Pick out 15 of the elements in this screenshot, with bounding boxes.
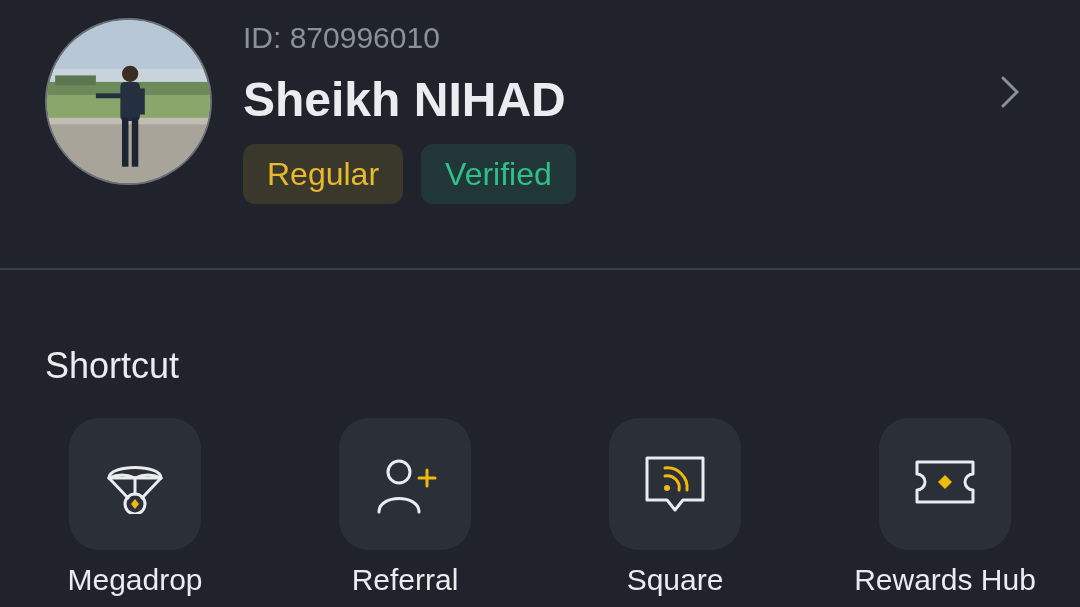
shortcut-tile[interactable] [339,418,471,550]
user-id: ID: 870996010 [243,20,441,56]
status-badge: Regular [243,144,404,204]
shortcut-label: Rewards Hub [854,562,1036,598]
shortcut-tile[interactable] [879,418,1011,550]
chat-feed-icon [643,454,707,514]
shortcut-tile[interactable] [609,418,741,550]
shortcut-label: Referral [351,562,459,598]
status-badge: Verified [421,144,576,204]
shortcut-label: Megadrop [67,562,203,598]
shortcut-label: Square [626,562,724,598]
user-name: Sheikh NIHAD [243,72,567,128]
chevron-right-icon[interactable] [1000,75,1020,109]
shortcut-tile[interactable] [69,418,201,550]
section-title: Shortcut [45,344,181,388]
